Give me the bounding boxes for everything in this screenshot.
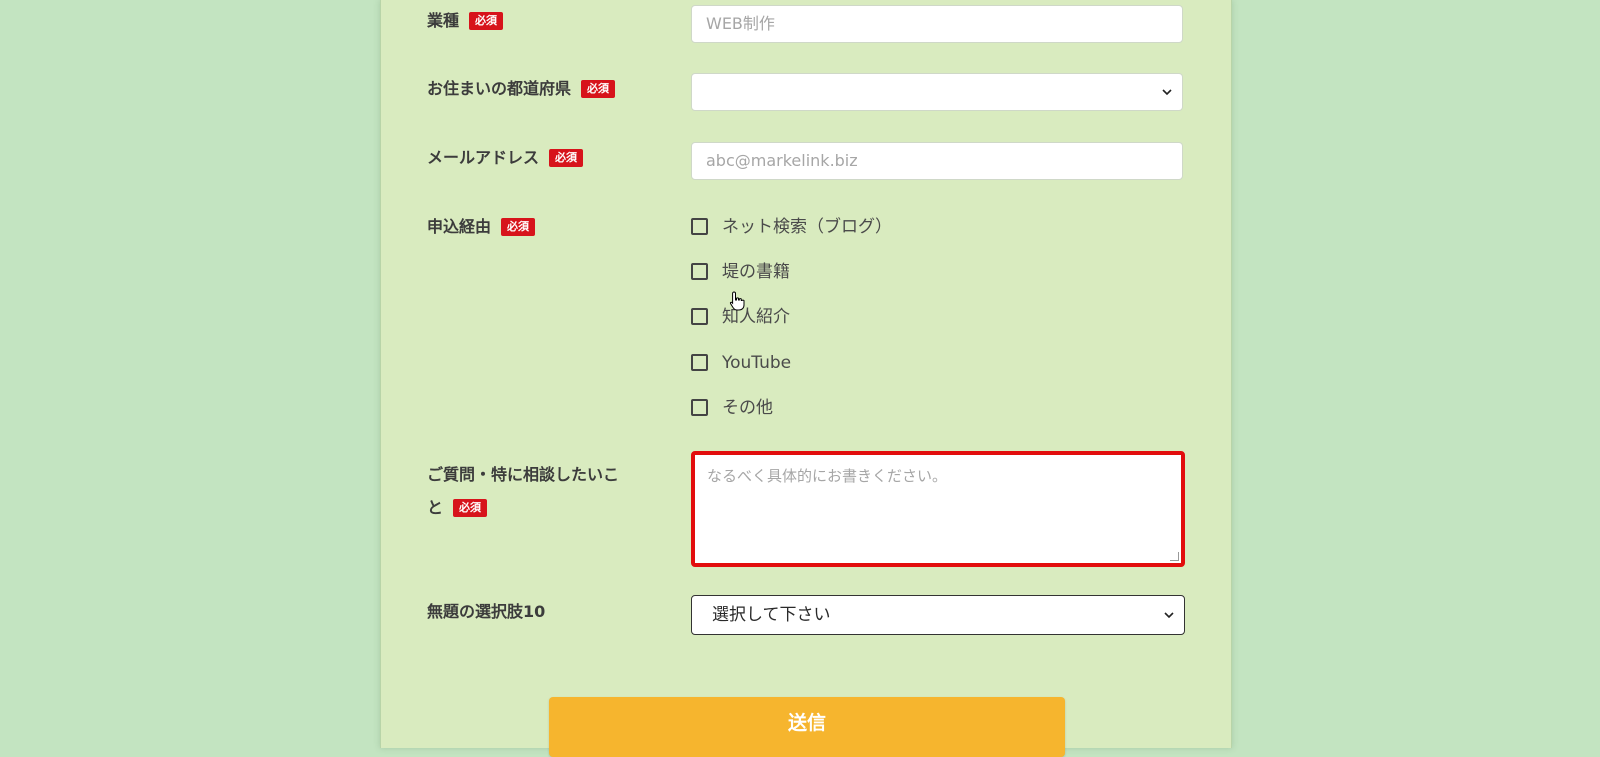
checkbox[interactable]	[691, 354, 708, 371]
choice10-value: 選択して下さい	[712, 605, 831, 625]
checkbox[interactable]	[691, 218, 708, 235]
chevron-down-icon	[1162, 74, 1172, 110]
required-badge: 必須	[549, 149, 584, 167]
checkbox[interactable]	[691, 263, 708, 280]
required-badge: 必須	[501, 218, 536, 236]
source-option[interactable]: YouTube	[691, 348, 791, 378]
submit-button[interactable]: 送信	[549, 697, 1065, 757]
required-badge: 必須	[453, 499, 488, 517]
question-placeholder: なるべく具体的にお書きください。	[707, 467, 948, 485]
checkbox[interactable]	[691, 399, 708, 416]
question-label: ご質問・特に相談したいこ と必須	[427, 465, 620, 517]
choice10-label: 無題の選択肢10	[427, 602, 546, 621]
prefecture-select[interactable]	[691, 73, 1183, 111]
source-label: 申込経由 必須	[427, 212, 536, 242]
choice10-select[interactable]: 選択して下さい	[691, 595, 1185, 635]
source-option[interactable]: ネット検索（ブログ）	[691, 212, 892, 242]
required-badge: 必須	[469, 12, 504, 30]
chevron-down-icon	[1164, 596, 1174, 634]
industry-label: 業種 必須	[427, 6, 504, 36]
email-label: メールアドレス 必須	[427, 143, 584, 173]
prefecture-label: お住まいの都道府県 必須	[427, 74, 616, 104]
email-input[interactable]: abc@markelink.biz	[691, 142, 1183, 180]
hand-pointer-icon	[729, 291, 747, 311]
form-panel: 業種 必須 WEB制作 お住まいの都道府県 必須 メールアドレス 必須 abc@mar…	[380, 0, 1232, 757]
industry-input[interactable]: WEB制作	[691, 5, 1183, 43]
required-badge: 必須	[581, 80, 616, 98]
resize-handle-icon[interactable]	[1170, 552, 1179, 561]
question-textarea[interactable]: なるべく具体的にお書きください。	[691, 451, 1185, 567]
source-option[interactable]: 堤の書籍	[691, 257, 790, 287]
industry-placeholder: WEB制作	[706, 14, 775, 33]
email-placeholder: abc@markelink.biz	[706, 151, 858, 170]
source-option[interactable]: その他	[691, 393, 773, 423]
checkbox[interactable]	[691, 308, 708, 325]
